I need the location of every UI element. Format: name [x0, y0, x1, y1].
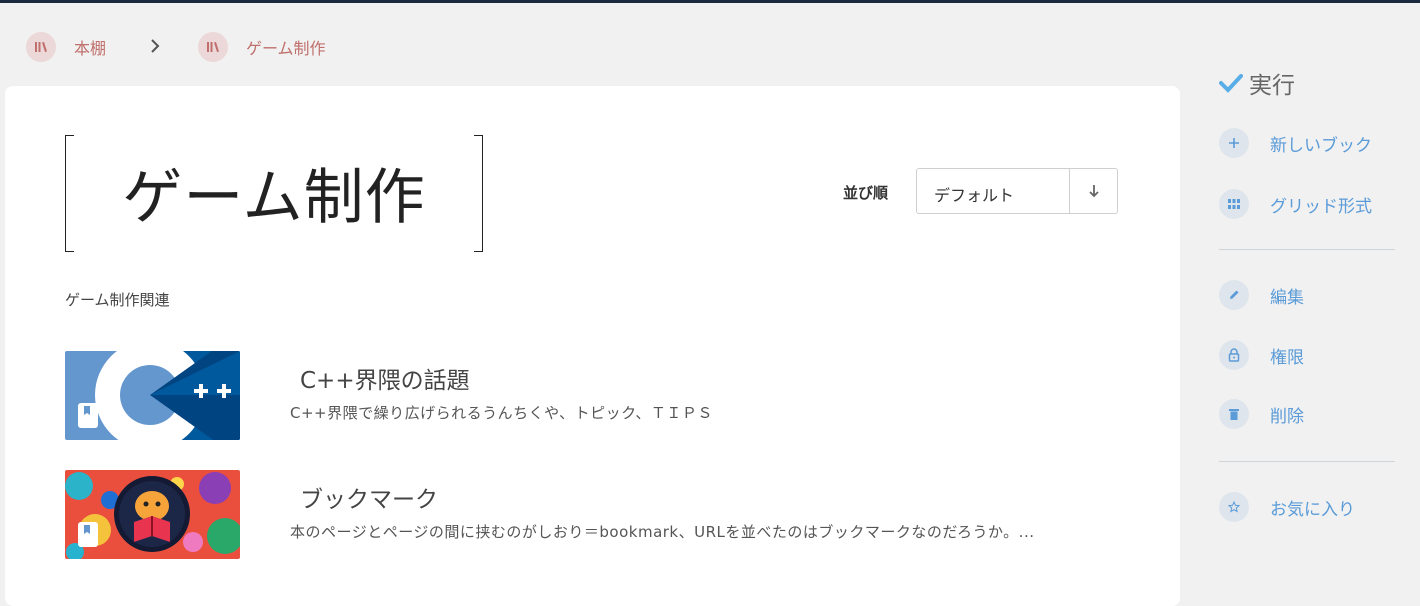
- page-title: ゲーム制作: [122, 163, 426, 233]
- lock-icon: [1219, 340, 1249, 370]
- grid-view-button[interactable]: グリッド形式: [1219, 188, 1372, 220]
- cpp-logo-image: [65, 351, 240, 440]
- grid-icon: [1219, 189, 1249, 219]
- action-label: 削除: [1270, 406, 1304, 427]
- bookmark-icon: [77, 402, 99, 429]
- pencil-icon: [1219, 280, 1249, 310]
- permissions-button[interactable]: 権限: [1219, 339, 1304, 371]
- breadcrumb-label: ゲーム制作: [246, 39, 326, 58]
- top-bar: [0, 0, 1420, 3]
- check-icon: [1219, 74, 1243, 93]
- breadcrumb-label: 本棚: [74, 39, 107, 58]
- plus-icon: [1219, 128, 1249, 158]
- new-book-button[interactable]: 新しいブック: [1219, 127, 1372, 159]
- page-item-bookmark[interactable]: ブックマーク 本のページとページの間に挟むのがしおり＝bookmark、URLを…: [65, 470, 1145, 560]
- breadcrumb-shelves-link[interactable]: 本棚: [26, 32, 106, 62]
- library-icon: [26, 32, 56, 62]
- action-label: 新しいブック: [1270, 135, 1372, 156]
- action-label: 権限: [1270, 347, 1304, 368]
- reading-character-image: [65, 470, 240, 559]
- action-label: 編集: [1270, 287, 1304, 308]
- sort-direction-button[interactable]: [1069, 169, 1118, 213]
- breadcrumb-book-link[interactable]: ゲーム制作: [198, 32, 326, 62]
- bookmark-icon: [77, 521, 99, 548]
- page-item-cpp[interactable]: C++界隈の話題 C++界隈で繰り広げられるうんちくや、トピック、ＴＩＰＳ: [65, 351, 1145, 441]
- action-label: お気に入り: [1270, 499, 1355, 520]
- page-item-description: 本のページとページの間に挟むのがしおり＝bookmark、URLを並べたのはブッ…: [290, 523, 1035, 541]
- page-item-title[interactable]: ブックマーク: [300, 480, 438, 514]
- sidebar-divider: [1219, 461, 1395, 462]
- sidebar-divider: [1219, 249, 1395, 250]
- sort-label: 並び順: [843, 184, 889, 202]
- action-label: グリッド形式: [1270, 196, 1372, 217]
- sort-control: デフォルト: [916, 168, 1118, 214]
- favorite-button[interactable]: お気に入り: [1219, 491, 1355, 523]
- page-item-description: C++界隈で繰り広げられるうんちくや、トピック、ＴＩＰＳ: [290, 404, 713, 422]
- star-icon: [1219, 492, 1249, 522]
- chevron-right-icon: [147, 36, 163, 56]
- book-description: ゲーム制作関連: [65, 291, 170, 309]
- actions-heading-label: 実行: [1249, 73, 1295, 99]
- trash-icon: [1219, 399, 1249, 429]
- book-content-card: ゲーム制作 並び順 デフォルト ゲーム制作関連 C++界隈の話題 C++界隈で繰…: [5, 86, 1180, 606]
- delete-button[interactable]: 削除: [1219, 398, 1304, 430]
- edit-button[interactable]: 編集: [1219, 279, 1304, 311]
- page-item-title[interactable]: C++界隈の話題: [300, 361, 470, 395]
- actions-heading: 実行: [1219, 66, 1295, 100]
- book-title-frame: ゲーム制作: [65, 135, 483, 252]
- sort-select[interactable]: デフォルト: [934, 182, 1014, 206]
- arrow-down-icon: [1089, 185, 1099, 198]
- library-icon: [198, 32, 228, 62]
